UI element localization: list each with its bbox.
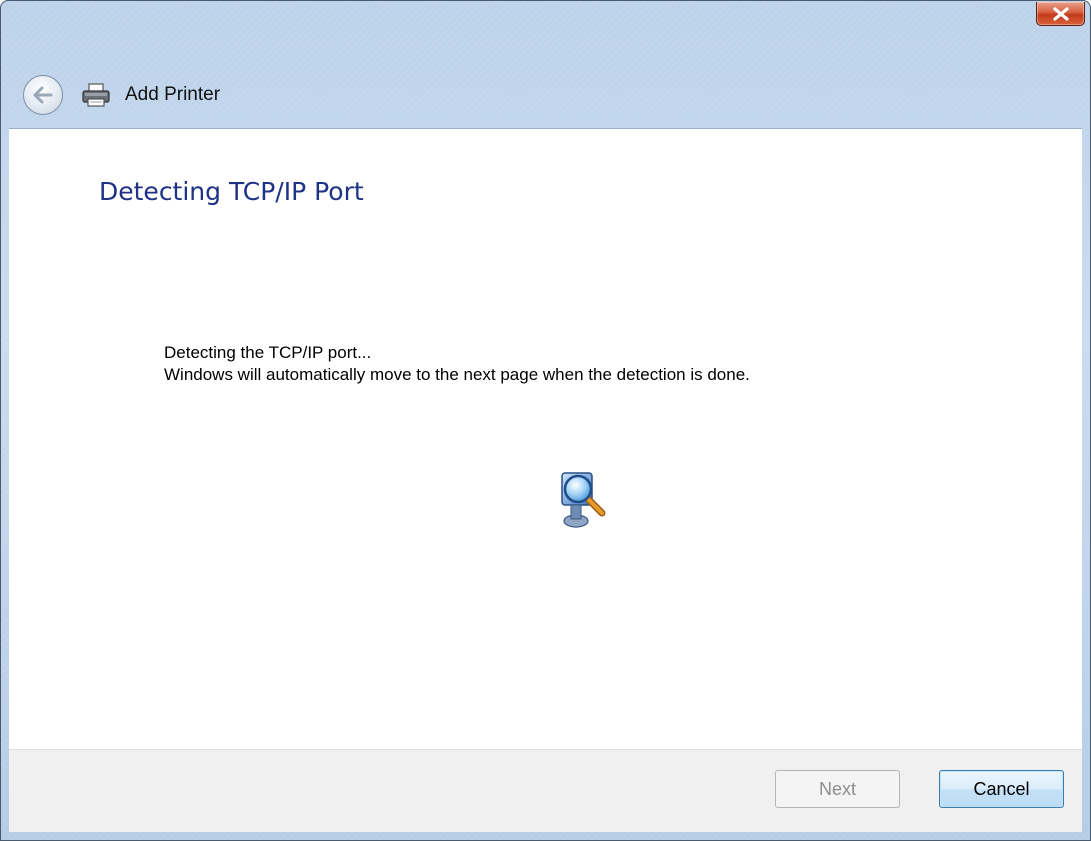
add-printer-window: Add Printer Detecting TCP/IP Port Detect…: [0, 0, 1091, 841]
window-title: Add Printer: [125, 84, 221, 105]
status-message: Detecting the TCP/IP port... Windows wil…: [164, 342, 750, 386]
close-button[interactable]: [1036, 2, 1085, 26]
navigation-bar: Add Printer: [23, 75, 220, 115]
status-message-line1: Detecting the TCP/IP port...: [164, 343, 372, 362]
page-title: Detecting TCP/IP Port: [99, 177, 364, 206]
wizard-content: Detecting TCP/IP Port Detecting the TCP/…: [9, 128, 1082, 750]
status-message-line2: Windows will automatically move to the n…: [164, 365, 750, 384]
back-button[interactable]: [23, 75, 63, 115]
next-button[interactable]: Next: [775, 770, 900, 808]
cancel-button[interactable]: Cancel: [939, 770, 1064, 808]
back-arrow-icon: [33, 86, 53, 104]
wizard-footer: Next Cancel: [9, 749, 1082, 832]
close-icon: [1052, 6, 1069, 21]
search-computer-icon: [554, 469, 616, 531]
printer-icon: [81, 81, 115, 109]
